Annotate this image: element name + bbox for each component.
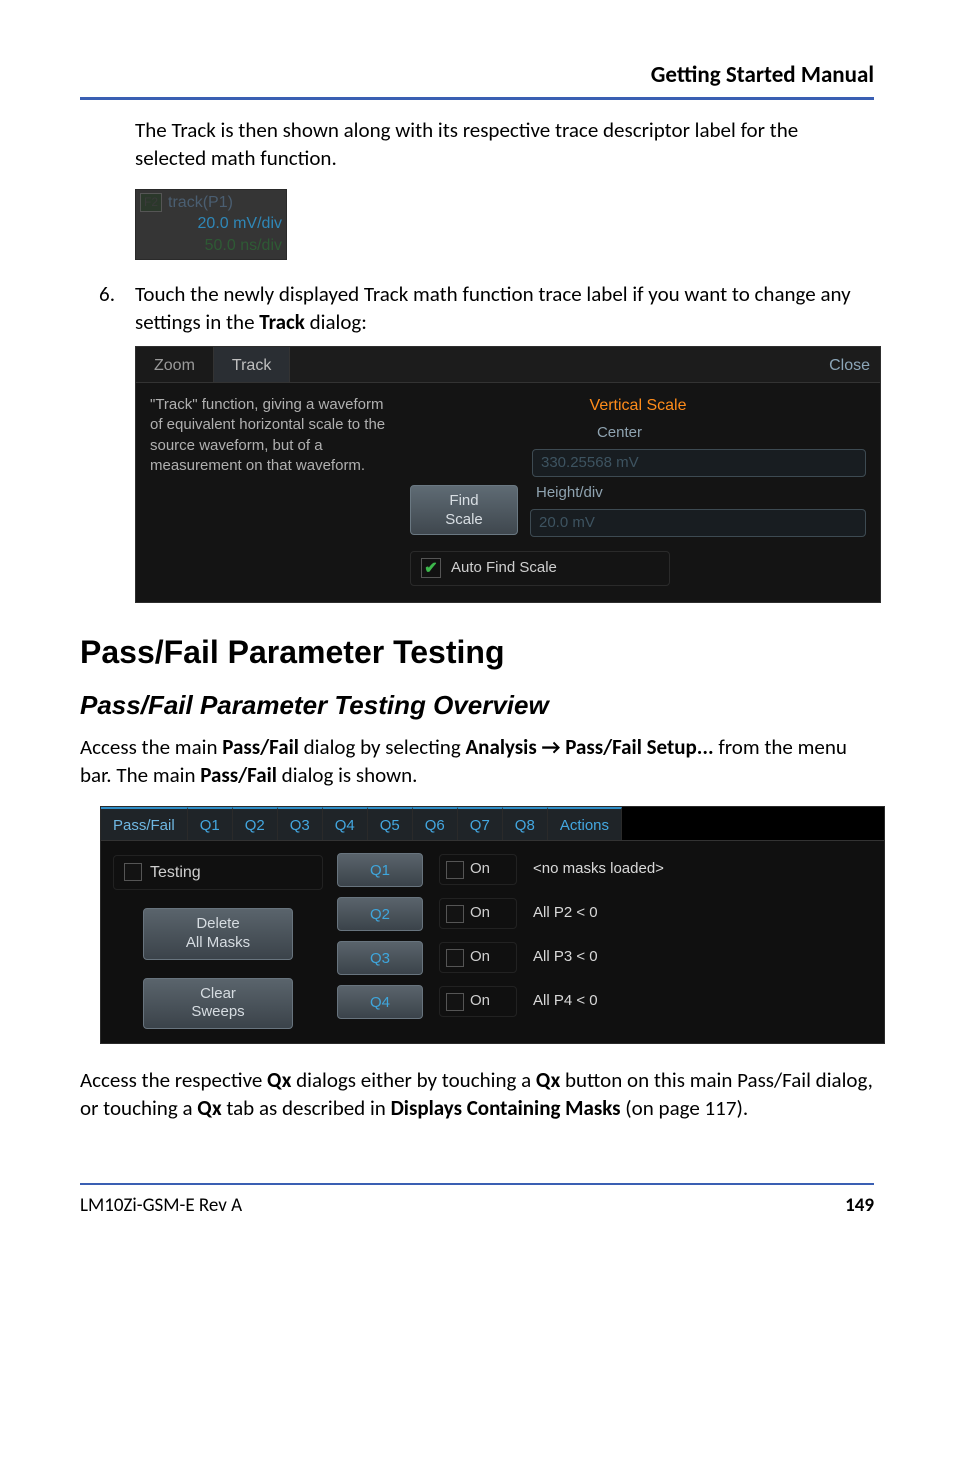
q4-condition: All P4 < 0: [533, 991, 713, 1011]
q1-button[interactable]: Q1: [337, 853, 423, 887]
testing-checkbox[interactable]: Testing: [113, 855, 323, 891]
tab-q6[interactable]: Q6: [413, 807, 458, 840]
p3b4: Displays Containing Masks: [391, 1095, 621, 1121]
auto-find-scale-label: Auto Find Scale: [451, 558, 557, 578]
trace-f2-badge: F2: [140, 193, 162, 211]
delete-line2: All Masks: [186, 934, 250, 951]
checkbox-icon: [446, 905, 464, 923]
find-scale-button[interactable]: Find Scale: [410, 485, 518, 535]
p3b2: Qx: [536, 1067, 560, 1093]
trace-hdiv: 50.0 ns/div: [136, 235, 286, 259]
testing-label: Testing: [150, 862, 201, 884]
passfail-dialog: Pass/Fail Q1 Q2 Q3 Q4 Q5 Q6 Q7 Q8 Action…: [100, 806, 885, 1045]
access-paragraph: Access the respective Qx dialogs either …: [80, 1066, 874, 1123]
header-rule: [80, 97, 874, 100]
delete-all-masks-button[interactable]: Delete All Masks: [143, 908, 293, 960]
footer-left: LM10Zi-GSM-E Rev A: [80, 1193, 242, 1219]
tab-q5[interactable]: Q5: [368, 807, 413, 840]
tab-passfail[interactable]: Pass/Fail: [101, 807, 188, 840]
trace-name: track(P1): [168, 192, 233, 214]
tab-track[interactable]: Track: [214, 347, 290, 382]
heightdiv-label: Height/div: [536, 483, 603, 503]
p3d: tab as described in: [222, 1095, 391, 1121]
tab-q7[interactable]: Q7: [458, 807, 503, 840]
section-heading: Pass/Fail Parameter Testing: [80, 631, 874, 674]
tab-actions[interactable]: Actions: [548, 807, 622, 840]
p2b3: Pass/Fail: [200, 762, 277, 788]
table-row: Q3 On All P3 < 0: [337, 941, 713, 975]
checkbox-icon: [446, 861, 464, 879]
tab-q8[interactable]: Q8: [503, 807, 548, 840]
overview-paragraph: Access the main Pass/Fail dialog by sele…: [80, 733, 874, 790]
find-scale-line1: Find: [449, 492, 478, 509]
heightdiv-field[interactable]: 20.0 mV: [530, 509, 866, 537]
table-row: Q4 On All P4 < 0: [337, 985, 713, 1019]
q3-condition: All P3 < 0: [533, 947, 713, 967]
center-field[interactable]: 330.25568 mV: [532, 449, 866, 477]
step-number: 6.: [80, 280, 135, 337]
step-text: Touch the newly displayed Track math fun…: [135, 280, 874, 337]
table-row: Q1 On <no masks loaded>: [337, 853, 713, 887]
trace-descriptor: F2 track(P1) 20.0 mV/div 50.0 ns/div: [135, 189, 287, 260]
on-label: On: [470, 903, 490, 923]
step-text-pre: Touch the newly displayed Track math fun…: [135, 281, 851, 335]
track-dialog: Zoom Track Close "Track" function, givin…: [135, 346, 881, 602]
page-number: 149: [845, 1193, 874, 1219]
q1-condition: <no masks loaded>: [533, 859, 713, 879]
checkbox-icon: [124, 863, 142, 881]
q2-on-checkbox[interactable]: On: [439, 898, 517, 928]
center-label: Center: [532, 423, 642, 443]
q4-button[interactable]: Q4: [337, 985, 423, 1019]
p3a: Access the respective: [80, 1067, 267, 1093]
clear-line1: Clear: [200, 985, 236, 1002]
trace-vdiv: 20.0 mV/div: [136, 213, 286, 235]
on-label: On: [470, 991, 490, 1011]
checkbox-icon: [446, 949, 464, 967]
checkbox-icon: [446, 993, 464, 1011]
tab-q1[interactable]: Q1: [188, 807, 233, 840]
p2b2: Analysis → Pass/Fail Setup...: [465, 734, 713, 760]
q3-on-checkbox[interactable]: On: [439, 942, 517, 972]
q3-button[interactable]: Q3: [337, 941, 423, 975]
p3b1: Qx: [267, 1067, 291, 1093]
on-label: On: [470, 859, 490, 879]
subsection-heading: Pass/Fail Parameter Testing Overview: [80, 688, 874, 723]
q2-button[interactable]: Q2: [337, 897, 423, 931]
intro-paragraph: The Track is then shown along with its r…: [135, 116, 874, 173]
table-row: Q2 On All P2 < 0: [337, 897, 713, 931]
find-scale-line2: Scale: [445, 511, 483, 528]
tab-q4[interactable]: Q4: [323, 807, 368, 840]
p3e: (on page 117).: [621, 1095, 749, 1121]
p2b: dialog by selecting: [299, 734, 466, 760]
vertical-scale-label: Vertical Scale: [410, 395, 866, 417]
tab-zoom[interactable]: Zoom: [136, 347, 214, 382]
clear-line2: Sweeps: [191, 1003, 244, 1020]
p3b: dialogs either by touching a: [291, 1067, 536, 1093]
tab-q3[interactable]: Q3: [278, 807, 323, 840]
on-label: On: [470, 947, 490, 967]
page-header: Getting Started Manual: [80, 60, 874, 95]
p2b1: Pass/Fail: [222, 734, 299, 760]
close-button[interactable]: Close: [829, 347, 880, 382]
q4-on-checkbox[interactable]: On: [439, 986, 517, 1016]
checkmark-icon: ✔: [421, 558, 441, 578]
tab-q2[interactable]: Q2: [233, 807, 278, 840]
page-footer: LM10Zi-GSM-E Rev A 149: [80, 1185, 874, 1219]
tab-bar: Zoom Track Close: [136, 347, 880, 383]
p2d: dialog is shown.: [277, 762, 418, 788]
delete-line1: Delete: [196, 915, 239, 932]
passfail-tabbar: Pass/Fail Q1 Q2 Q3 Q4 Q5 Q6 Q7 Q8 Action…: [101, 807, 884, 841]
p2a: Access the main: [80, 734, 222, 760]
clear-sweeps-button[interactable]: Clear Sweeps: [143, 978, 293, 1030]
q1-on-checkbox[interactable]: On: [439, 854, 517, 884]
step-text-bold: Track: [259, 309, 305, 335]
p3b3: Qx: [197, 1095, 221, 1121]
auto-find-scale-row[interactable]: ✔ Auto Find Scale: [410, 551, 670, 585]
track-description: "Track" function, giving a waveform of e…: [150, 395, 410, 585]
step-text-post: dialog:: [305, 309, 367, 335]
q2-condition: All P2 < 0: [533, 903, 713, 923]
